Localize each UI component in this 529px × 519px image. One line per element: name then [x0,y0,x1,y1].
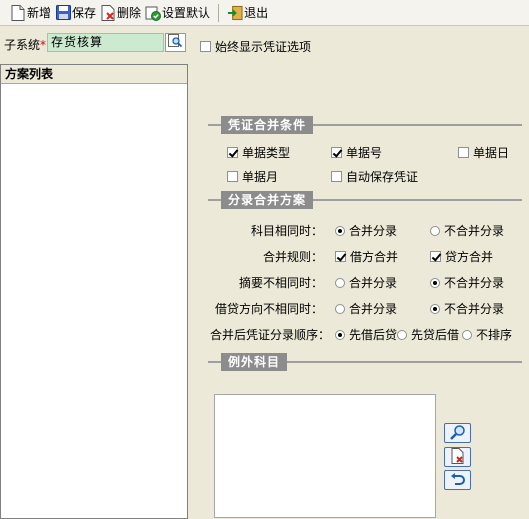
doc-month-checkbox[interactable] [227,171,238,182]
summary-diff-label: 摘要不相同时： [238,276,323,290]
doc-no-checkbox[interactable] [331,147,342,158]
same-subject-nomerge-option[interactable]: 不合并分录 [430,222,504,239]
same-subject-nomerge-label: 不合并分录 [444,224,505,238]
exception-subjects-list[interactable] [214,394,436,518]
doc-type-option[interactable]: 单据类型 [227,144,290,161]
doc-day-checkbox[interactable] [458,147,469,158]
always-show-option[interactable]: 始终显示凭证选项 [200,38,311,55]
exit-button-label: 退出 [244,6,269,20]
undo-icon [450,471,466,490]
delete-button-label: 删除 [117,6,142,20]
new-doc-icon [10,4,26,21]
order-debit-first-option[interactable]: 先借后贷 [335,326,397,343]
order-credit-first-option[interactable]: 先贷后借 [397,326,459,343]
exit-door-icon [227,5,243,21]
auto-save-option[interactable]: 自动保存凭证 [331,168,418,185]
always-show-checkbox[interactable] [200,41,211,52]
same-subject-merge-label: 合并分录 [349,224,398,238]
same-subject-merge-option[interactable]: 合并分录 [335,222,397,239]
doc-month-label: 单据月 [242,170,279,184]
subsystem-lookup-button[interactable] [165,33,186,52]
merge-rule-label: 合并规则： [262,250,323,264]
summary-diff-nomerge-option[interactable]: 不合并分录 [430,274,504,291]
credit-merge-label: 贷方合并 [445,250,494,264]
set-default-icon [145,5,162,21]
exceptions-title: 例外科目 [221,353,288,371]
delete-doc-icon [451,447,465,467]
doc-type-checkbox[interactable] [227,147,238,158]
delete-button[interactable]: 删除 [98,3,143,23]
order-label: 合并后凭证分录顺序： [209,328,330,342]
summary-diff-nomerge-radio[interactable] [430,277,440,288]
required-mark: * [40,38,47,52]
toolbar-separator [218,3,220,22]
direction-diff-merge-label: 合并分录 [349,302,398,316]
doc-no-option[interactable]: 单据号 [331,144,382,161]
subsystem-field[interactable]: 存货核算 [47,33,164,52]
direction-diff-merge-radio[interactable] [335,303,345,314]
order-credit-first-radio[interactable] [397,329,407,340]
set-default-button-label: 设置默认 [162,6,211,20]
summary-diff-merge-option[interactable]: 合并分录 [335,274,397,291]
order-credit-first-label: 先贷后借 [411,328,460,342]
save-button-label: 保存 [72,6,97,20]
same-subject-merge-radio[interactable] [335,225,345,236]
delete-exception-button[interactable] [444,447,471,467]
direction-diff-nomerge-label: 不合并分录 [444,302,505,316]
debit-merge-checkbox[interactable] [335,251,346,262]
doc-day-label: 单据日 [473,146,510,160]
search-icon [449,424,466,443]
auto-save-checkbox[interactable] [331,171,342,182]
direction-diff-label: 借贷方向不相同时： [214,302,323,316]
same-subject-label: 科目相同时： [250,224,323,238]
order-none-radio[interactable] [462,329,472,340]
direction-diff-merge-option[interactable]: 合并分录 [335,300,397,317]
summary-diff-merge-label: 合并分录 [349,276,398,290]
credit-merge-checkbox[interactable] [430,251,441,262]
add-exception-button[interactable] [444,423,471,443]
merge-conditions-section: 凭证合并条件 [208,116,522,134]
credit-merge-option[interactable]: 贷方合并 [430,248,493,265]
order-debit-first-label: 先借后贷 [349,328,398,342]
order-none-option[interactable]: 不排序 [462,326,512,343]
exceptions-section: 例外科目 [208,353,522,371]
merge-conditions-title: 凭证合并条件 [221,116,314,134]
subsystem-label: 子系统* [4,38,47,52]
order-debit-first-radio[interactable] [335,329,345,340]
plan-list-body[interactable] [1,85,187,518]
entry-merge-title: 分录合并方案 [221,191,314,209]
same-subject-nomerge-radio[interactable] [430,225,440,236]
doc-type-label: 单据类型 [242,146,291,160]
save-button[interactable]: 保存 [53,3,98,23]
debit-merge-label: 借方合并 [350,250,399,264]
always-show-label: 始终显示凭证选项 [215,40,312,54]
exit-button[interactable]: 退出 [225,3,270,23]
new-button[interactable]: 新增 [8,3,53,23]
order-none-label: 不排序 [476,328,513,342]
undo-exception-button[interactable] [444,470,471,490]
plan-list-panel: 方案列表 [0,64,188,519]
direction-diff-nomerge-option[interactable]: 不合并分录 [430,300,504,317]
doc-no-label: 单据号 [346,146,383,160]
debit-merge-option[interactable]: 借方合并 [335,248,398,265]
new-button-label: 新增 [27,6,52,20]
doc-day-option[interactable]: 单据日 [458,144,509,161]
set-default-button[interactable]: 设置默认 [143,3,212,23]
plan-list-header: 方案列表 [1,65,187,84]
direction-diff-nomerge-radio[interactable] [430,303,440,314]
summary-diff-merge-radio[interactable] [335,277,345,288]
toolbar: 新增 保存 删除 设置默认 退出 [0,0,529,26]
save-disk-icon [55,5,71,21]
lookup-search-icon [168,34,183,51]
doc-month-option[interactable]: 单据月 [227,168,278,185]
summary-diff-nomerge-label: 不合并分录 [444,276,505,290]
auto-save-label: 自动保存凭证 [346,170,419,184]
entry-merge-section: 分录合并方案 [208,191,522,209]
delete-doc-icon [100,4,116,21]
